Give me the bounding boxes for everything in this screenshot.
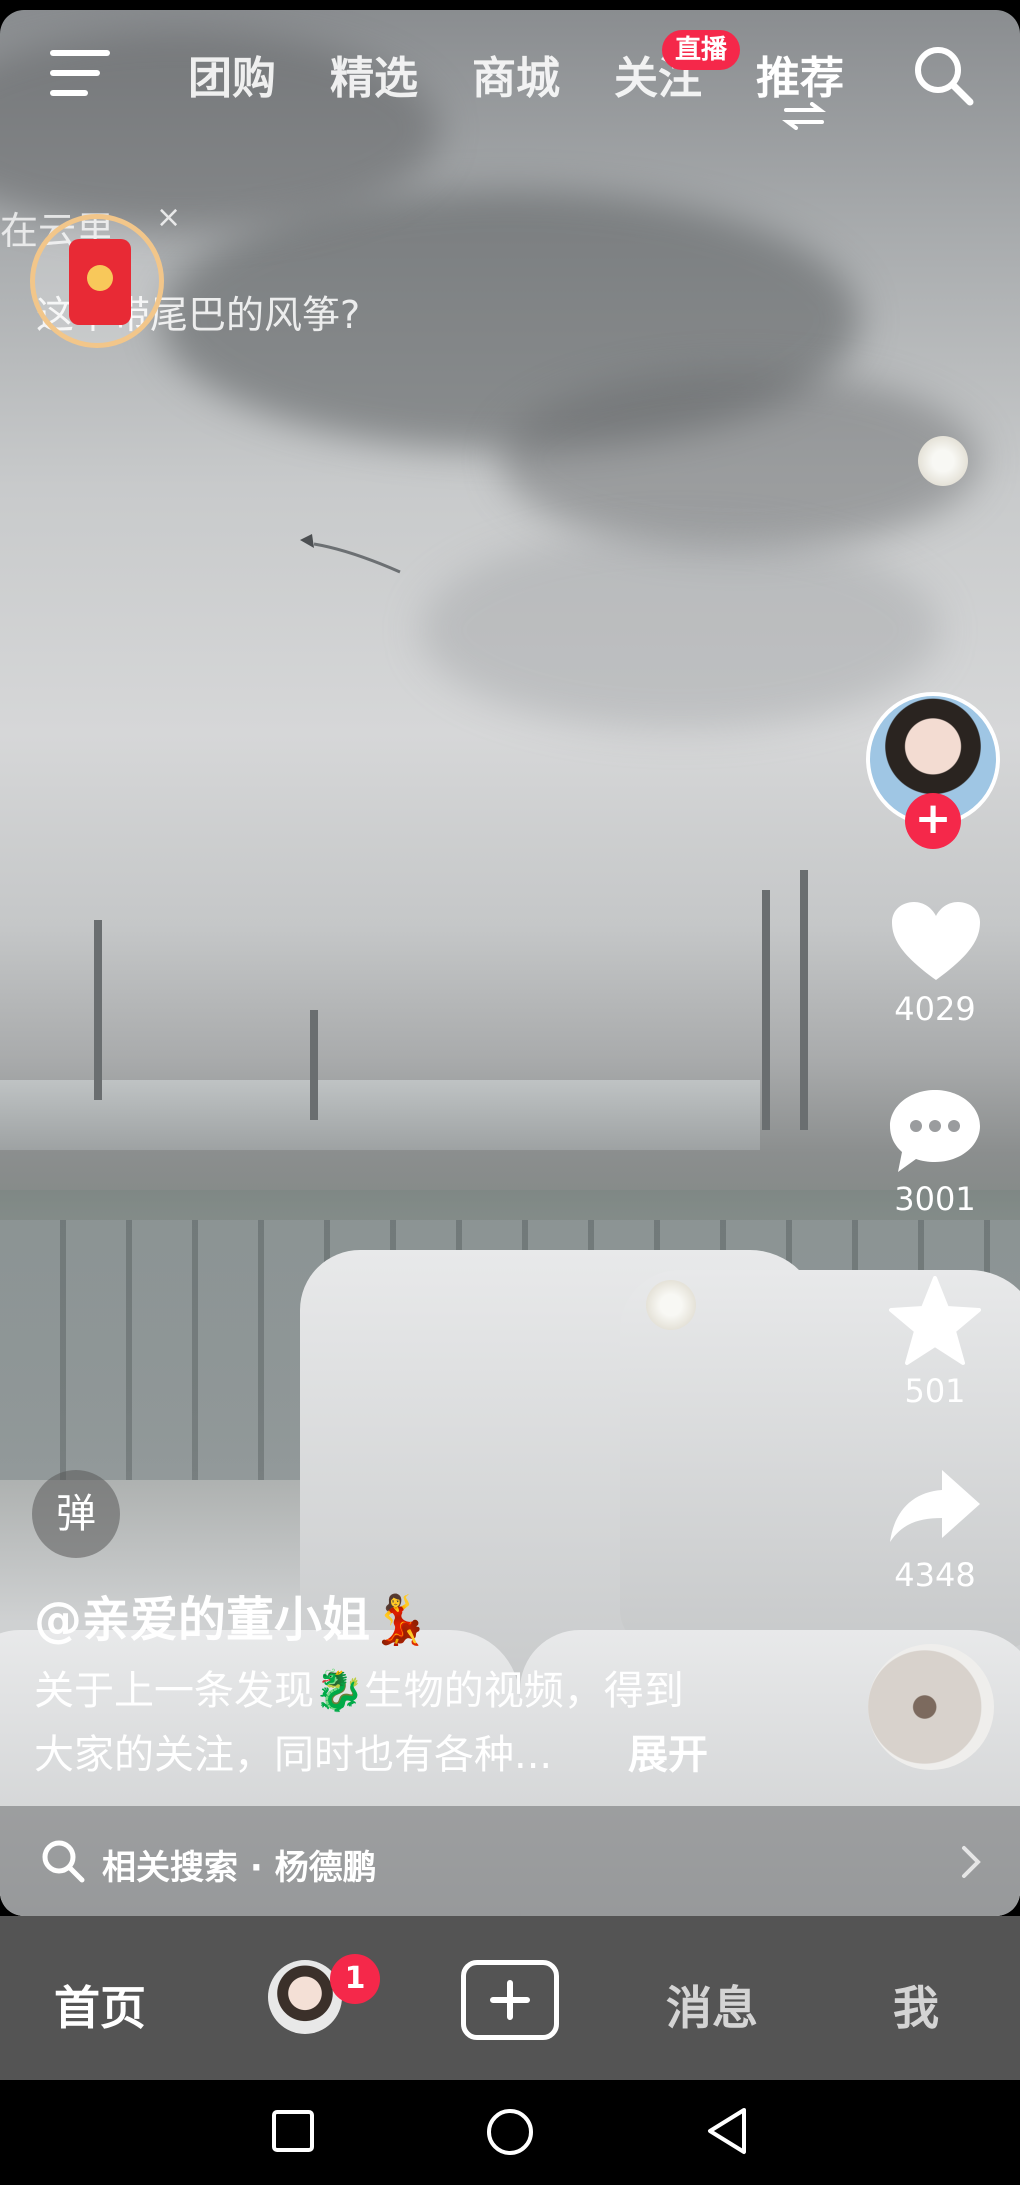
coin-icon xyxy=(87,265,113,291)
recent-apps-icon[interactable] xyxy=(270,2106,316,2156)
search-icon xyxy=(42,1840,85,1883)
related-search-text: 相关搜索 · 杨德鹏 xyxy=(102,1848,377,1888)
comment-count: 3001 xyxy=(894,1180,976,1218)
favorite-count: 501 xyxy=(904,1372,966,1410)
share-arrow-icon[interactable] xyxy=(886,1466,984,1546)
system-navigation-bar xyxy=(0,2080,1020,2185)
back-triangle-icon[interactable] xyxy=(704,2106,750,2156)
tab-group-buy[interactable]: 团购 xyxy=(188,42,276,106)
cloud-shape xyxy=(420,530,940,730)
like-heart-icon[interactable] xyxy=(890,900,982,984)
top-navigation: 团购 精选 商城 关注 直播 推荐 xyxy=(0,30,1020,140)
comment-icon[interactable] xyxy=(888,1088,982,1174)
home-circle-icon[interactable] xyxy=(484,2106,536,2158)
tab-mall[interactable]: 商城 xyxy=(472,42,560,106)
screen: 团购 精选 商城 关注 直播 推荐 在云里 × 这个带尾巴的风筝? + 4029… xyxy=(0,0,1020,2185)
share-count: 4348 xyxy=(894,1556,976,1594)
description-line1: 关于上一条发现🐉生物的视频，得到 xyxy=(34,1668,684,1714)
author-name[interactable]: @亲爱的董小姐💃 xyxy=(34,1580,430,1650)
bottom-navigation: 首页 1 消息 我 xyxy=(0,1916,1020,2080)
like-count: 4029 xyxy=(894,990,976,1028)
follow-plus-button[interactable]: + xyxy=(905,793,961,849)
nav-home[interactable]: 首页 xyxy=(54,1972,146,2038)
bridge xyxy=(0,1080,760,1150)
kite-icon xyxy=(300,534,401,574)
nav-messages[interactable]: 消息 xyxy=(666,1972,758,2038)
live-badge[interactable]: 直播 xyxy=(662,30,740,70)
danmu-toggle-button[interactable]: 弹 xyxy=(32,1470,120,1558)
tab-recommend[interactable]: 推荐 xyxy=(756,42,844,106)
utility-pole xyxy=(762,890,770,1130)
red-envelope-button[interactable] xyxy=(30,214,164,348)
expand-button[interactable]: 展开 xyxy=(628,1722,708,1780)
menu-icon[interactable] xyxy=(50,50,110,100)
plus-icon xyxy=(490,1980,530,2020)
favorite-star-icon[interactable] xyxy=(888,1276,982,1366)
swap-arrows-icon[interactable] xyxy=(782,102,826,130)
light-orb xyxy=(646,1280,696,1330)
utility-pole xyxy=(800,870,808,1130)
utility-pole xyxy=(310,1010,318,1120)
search-icon[interactable] xyxy=(910,42,976,108)
create-post-button[interactable] xyxy=(461,1960,559,2040)
music-disc[interactable] xyxy=(868,1644,994,1770)
chevron-right-icon xyxy=(962,1846,981,1878)
light-orb xyxy=(918,436,968,486)
tab-featured[interactable]: 精选 xyxy=(330,42,418,106)
cloud-shape xyxy=(500,370,980,550)
friends-badge: 1 xyxy=(330,1954,380,2004)
related-search-bar[interactable]: 相关搜索 · 杨德鹏 xyxy=(0,1806,1020,1916)
nav-me[interactable]: 我 xyxy=(893,1972,939,2038)
utility-pole xyxy=(94,920,102,1100)
banner-close-icon[interactable]: × xyxy=(156,200,181,235)
